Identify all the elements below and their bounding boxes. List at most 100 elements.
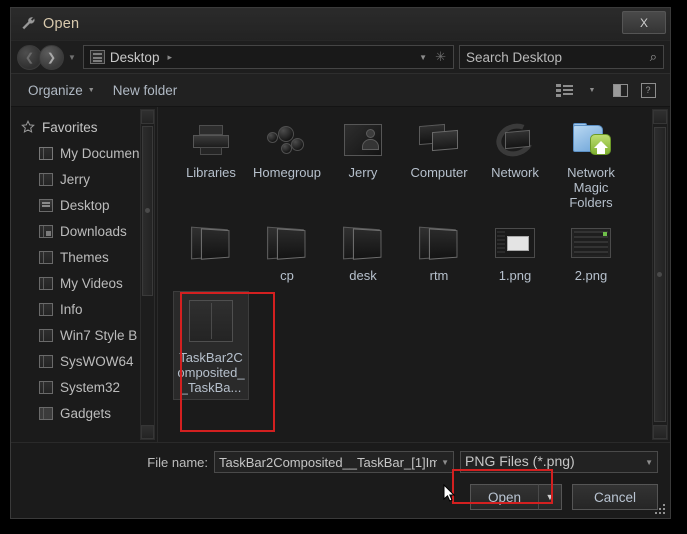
file-label: desk bbox=[349, 268, 377, 283]
help-button[interactable]: ? bbox=[634, 78, 662, 102]
chevron-down-icon: ▼ bbox=[588, 86, 596, 94]
chevron-down-icon: ▼ bbox=[87, 86, 95, 94]
network-icon bbox=[491, 118, 539, 162]
sidebar-item-info[interactable]: Info bbox=[11, 296, 157, 322]
file-list-pane: Libraries Homegroup Jerry Computer Netwo… bbox=[161, 107, 670, 442]
search-input[interactable] bbox=[466, 49, 650, 65]
image-thumb-icon bbox=[493, 221, 537, 265]
user-folder-icon bbox=[341, 118, 385, 162]
file-label: 1.png bbox=[498, 268, 532, 283]
filetype-combo[interactable]: PNG Files (*.png) ▼ bbox=[460, 451, 658, 473]
sidebar-item-themes[interactable]: Themes bbox=[11, 244, 157, 270]
chevron-down-icon[interactable]: ▼ bbox=[645, 458, 653, 467]
file-item-network-magic-folders[interactable]: Network Magic Folders bbox=[553, 115, 629, 214]
file-label: Computer bbox=[410, 165, 468, 180]
sidebar-item-win7-style-b[interactable]: Win7 Style B bbox=[11, 322, 157, 348]
preview-pane-icon bbox=[612, 83, 628, 97]
cancel-button[interactable]: Cancel bbox=[572, 484, 658, 510]
folder-icon bbox=[417, 221, 461, 265]
scroll-down-arrow-icon[interactable] bbox=[653, 425, 667, 439]
file-grid: Libraries Homegroup Jerry Computer Netwo… bbox=[173, 115, 666, 404]
image-thumb-b-icon bbox=[569, 221, 613, 265]
resize-grip-icon[interactable] bbox=[654, 503, 665, 514]
file-item-unnamed-folder[interactable] bbox=[173, 218, 249, 287]
address-dropdown-icon[interactable]: ▼ bbox=[419, 53, 427, 62]
filename-label: File name: bbox=[147, 454, 208, 470]
file-label: Libraries bbox=[186, 165, 236, 180]
sidebar-label: Jerry bbox=[60, 171, 90, 187]
file-list-scrollbar[interactable] bbox=[652, 109, 668, 440]
breadcrumb-desktop[interactable]: Desktop bbox=[110, 50, 160, 65]
file-item-computer[interactable]: Computer bbox=[401, 115, 477, 214]
preview-pane-button[interactable] bbox=[606, 78, 634, 102]
computer-icon bbox=[417, 118, 461, 162]
address-bar[interactable]: Desktop ▸ ▼ ✳ bbox=[82, 45, 454, 69]
filename-combo[interactable]: ▼ bbox=[214, 451, 454, 473]
file-item-1-png[interactable]: 1.png bbox=[477, 218, 553, 287]
forward-button[interactable]: ❯ bbox=[39, 44, 64, 70]
folder-icon bbox=[341, 221, 385, 265]
dialog-body: Favorites My Documen Jerry Desktop Downl… bbox=[11, 107, 670, 442]
search-icon: ⌕ bbox=[649, 49, 657, 64]
open-dropdown-button[interactable]: ▼ bbox=[538, 484, 562, 510]
libraries-icon bbox=[189, 118, 233, 162]
sidebar-scrollbar[interactable] bbox=[140, 109, 155, 440]
sidebar-label: Gadgets bbox=[60, 405, 112, 421]
scroll-down-arrow-icon[interactable] bbox=[141, 425, 154, 439]
file-item-libraries[interactable]: Libraries bbox=[173, 115, 249, 214]
history-dropdown-icon[interactable]: ▼ bbox=[68, 53, 76, 62]
file-item-desk[interactable]: desk bbox=[325, 218, 401, 287]
search-box[interactable]: ⌕ bbox=[459, 45, 664, 69]
star-icon bbox=[21, 120, 35, 134]
filetype-value: PNG Files (*.png) bbox=[465, 452, 575, 469]
view-list-icon bbox=[555, 83, 573, 97]
scroll-up-arrow-icon[interactable] bbox=[141, 110, 154, 124]
window-title: Open bbox=[43, 16, 80, 32]
folder-icon bbox=[39, 146, 53, 160]
chevron-down-icon[interactable]: ▼ bbox=[441, 458, 449, 467]
file-list-scroll-thumb[interactable] bbox=[654, 127, 666, 422]
close-button[interactable]: X bbox=[622, 11, 666, 34]
change-view-button[interactable] bbox=[550, 78, 578, 102]
refresh-icon[interactable]: ✳ bbox=[435, 49, 446, 65]
sidebar-item-syswow64[interactable]: SysWOW64 bbox=[11, 348, 157, 374]
file-item-cp[interactable]: cp bbox=[249, 218, 325, 287]
sidebar-label: Win7 Style B bbox=[60, 327, 138, 343]
sidebar-label: Favorites bbox=[42, 119, 98, 135]
file-item-jerry[interactable]: Jerry bbox=[325, 115, 401, 214]
folder-icon bbox=[39, 380, 53, 394]
sidebar-label: Themes bbox=[60, 249, 109, 265]
folder-icon bbox=[39, 250, 53, 264]
view-dropdown-button[interactable]: ▼ bbox=[578, 78, 606, 102]
new-folder-label: New folder bbox=[112, 82, 178, 98]
sidebar-item-jerry[interactable]: Jerry bbox=[11, 166, 157, 192]
sidebar-scroll-thumb[interactable] bbox=[142, 126, 153, 296]
open-split-button[interactable]: Open ▼ bbox=[470, 484, 562, 510]
wrench-icon bbox=[19, 14, 39, 34]
file-item-network[interactable]: Network bbox=[477, 115, 553, 214]
file-item-2-png[interactable]: 2.png bbox=[553, 218, 629, 287]
folder-icon bbox=[189, 221, 233, 265]
file-item-homegroup[interactable]: Homegroup bbox=[249, 115, 325, 214]
network-magic-folder-icon bbox=[569, 118, 613, 162]
sidebar-item-gadgets[interactable]: Gadgets bbox=[11, 400, 157, 426]
sidebar-item-system32[interactable]: System32 bbox=[11, 374, 157, 400]
open-file-dialog: Open X ❮ ❯ ▼ Desktop ▸ ▼ ✳ ⌕ Organize ▼ … bbox=[10, 7, 671, 519]
scroll-up-arrow-icon[interactable] bbox=[653, 110, 667, 124]
breadcrumb-separator-icon[interactable]: ▸ bbox=[167, 52, 172, 63]
new-folder-button[interactable]: New folder bbox=[104, 79, 187, 102]
selected-file-item[interactable]: TaskBar2Composited__TaskBa... bbox=[173, 291, 249, 400]
open-button[interactable]: Open bbox=[470, 484, 538, 510]
file-item-rtm[interactable]: rtm bbox=[401, 218, 477, 287]
sidebar-item-favorites[interactable]: Favorites bbox=[11, 114, 157, 140]
organize-button[interactable]: Organize ▼ bbox=[19, 79, 104, 102]
sidebar-item-downloads[interactable]: Downloads bbox=[11, 218, 157, 244]
sidebar-item-desktop[interactable]: Desktop bbox=[11, 192, 157, 218]
folder-icon bbox=[39, 172, 53, 186]
sidebar-item-my-videos[interactable]: My Videos bbox=[11, 270, 157, 296]
sidebar-item-my-documents[interactable]: My Documen bbox=[11, 140, 157, 166]
sidebar-label: SysWOW64 bbox=[60, 353, 134, 369]
sidebar-label: Desktop bbox=[60, 197, 110, 213]
filename-input[interactable] bbox=[219, 454, 438, 470]
downloads-folder-icon bbox=[39, 224, 53, 238]
